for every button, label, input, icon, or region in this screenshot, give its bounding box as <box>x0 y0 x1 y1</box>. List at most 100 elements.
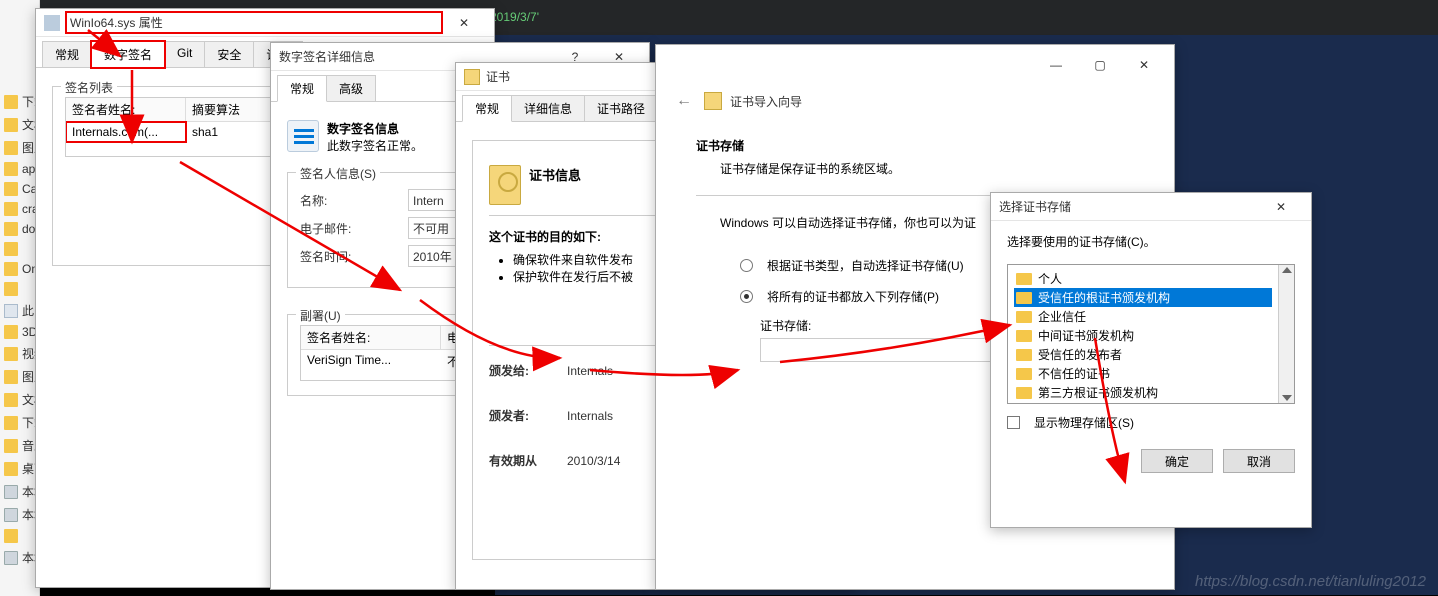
folder-icon <box>1016 311 1032 323</box>
file-icon <box>44 15 60 31</box>
folder-icon <box>4 439 18 453</box>
folder-icon <box>4 118 18 132</box>
tree-item-label: 企业信任 <box>1038 308 1086 325</box>
explorer-item[interactable]: 本地 <box>0 480 39 503</box>
explorer-item[interactable]: 视频 <box>0 342 39 365</box>
folder-icon <box>4 304 18 318</box>
tree-item-label: 受信任的根证书颁发机构 <box>1038 289 1170 306</box>
close-icon[interactable]: ✕ <box>1259 193 1303 221</box>
tab-1[interactable]: 高级 <box>326 75 376 101</box>
folder-icon <box>1016 330 1032 342</box>
maximize-icon[interactable]: ▢ <box>1078 51 1122 79</box>
titlebar[interactable]: WinIo64.sys 属性 ✕ <box>36 9 494 37</box>
folder-icon <box>4 141 18 155</box>
window-title: 选择证书存储 <box>999 198 1259 215</box>
explorer-item[interactable] <box>0 279 39 299</box>
back-icon[interactable]: ← <box>672 89 696 113</box>
tab-1[interactable]: 数字签名 <box>91 41 165 68</box>
folder-icon <box>1016 292 1032 304</box>
explorer-item[interactable]: 文档 <box>0 388 39 411</box>
explorer-item[interactable]: 下载 <box>0 411 39 434</box>
scrollbar[interactable] <box>1278 265 1294 403</box>
window-title: WinIo64.sys 属性 <box>66 12 442 33</box>
tab-0[interactable]: 常规 <box>42 41 92 67</box>
store-field <box>760 338 1020 362</box>
signature-status: 此数字签名正常。 <box>327 137 423 154</box>
folder-icon <box>4 416 18 430</box>
explorer-item[interactable]: 下载 <box>0 90 39 113</box>
tab-0[interactable]: 常规 <box>462 95 512 122</box>
tree-item[interactable]: 个人 <box>1014 269 1272 288</box>
tree-item[interactable]: 不信任的证书 <box>1014 364 1272 383</box>
folder-icon <box>4 485 18 499</box>
tab-2[interactable]: Git <box>164 41 205 67</box>
explorer-item[interactable]: OneD <box>0 259 39 279</box>
wizard-heading: 证书存储 <box>696 137 1134 154</box>
explorer-item[interactable] <box>0 526 39 546</box>
radio-icon <box>740 290 753 303</box>
tree-item-label: 第三方根证书颁发机构 <box>1038 384 1158 401</box>
tree-item[interactable]: 受信任的根证书颁发机构 <box>1014 288 1272 307</box>
folder-icon <box>4 202 18 216</box>
explorer-item[interactable]: 图片 <box>0 365 39 388</box>
tab-2[interactable]: 证书路径 <box>584 95 658 121</box>
tree-item[interactable]: 企业信任 <box>1014 307 1272 326</box>
ok-button[interactable]: 确定 <box>1141 449 1213 473</box>
signature-heading: 数字签名信息 <box>327 120 423 137</box>
explorer-item[interactable]: cra <box>0 199 39 219</box>
explorer-item[interactable]: 3D <box>0 322 39 342</box>
explorer-item[interactable]: 本地 <box>0 546 39 569</box>
valid-period-label: 有效期从 <box>489 452 559 469</box>
cert-store-tree[interactable]: 个人受信任的根证书颁发机构企业信任中间证书颁发机构受信任的发布者不信任的证书第三… <box>1007 264 1295 404</box>
tree-item[interactable]: 第三方根证书颁发机构 <box>1014 383 1272 402</box>
group-label: 签名列表 <box>61 79 117 96</box>
tab-3[interactable]: 安全 <box>204 41 254 67</box>
tab-1[interactable]: 详细信息 <box>511 95 585 121</box>
checkbox-label: 显示物理存储区(S) <box>1034 414 1134 431</box>
cert-heading: 证书信息 <box>529 165 581 184</box>
issued-to-label: 颁发给: <box>489 362 559 379</box>
explorer-item[interactable]: doc <box>0 219 39 239</box>
cancel-button[interactable]: 取消 <box>1223 449 1295 473</box>
explorer-item[interactable]: 本地 <box>0 503 39 526</box>
group-label: 签名人信息(S) <box>296 165 380 182</box>
tree-item-label: 个人 <box>1038 270 1062 287</box>
minimize-icon[interactable]: — <box>1034 51 1078 79</box>
explorer-item[interactable]: 音乐 <box>0 434 39 457</box>
explorer-item[interactable]: 桌面 <box>0 457 39 480</box>
close-icon[interactable]: ✕ <box>1122 51 1166 79</box>
explorer-item[interactable]: 此电 <box>0 299 39 322</box>
folder-icon <box>4 182 18 196</box>
show-physical-checkbox[interactable]: 显示物理存储区(S) <box>1007 414 1295 431</box>
folder-icon <box>4 347 18 361</box>
explorer-item[interactable]: 文档 <box>0 113 39 136</box>
close-icon[interactable]: ✕ <box>442 9 486 37</box>
folder-icon <box>4 282 18 296</box>
folder-icon <box>4 95 18 109</box>
titlebar[interactable]: 选择证书存储 ✕ <box>991 193 1311 221</box>
tab-0[interactable]: 常规 <box>277 75 327 102</box>
cs-name: VeriSign Time... <box>301 350 441 373</box>
cert-icon <box>464 69 480 85</box>
folder-icon <box>1016 368 1032 380</box>
group-label: 副署(U) <box>296 307 345 324</box>
titlebar[interactable]: — ▢ ✕ <box>656 45 1174 85</box>
explorer-item[interactable]: api <box>0 159 39 179</box>
watermark: https://blog.csdn.net/tianluling2012 <box>1195 573 1426 590</box>
tree-item[interactable]: 受信任的发布者 <box>1014 345 1272 364</box>
folder-icon <box>4 462 18 476</box>
wizard-desc: 证书存储是保存证书的系统区域。 <box>720 160 1134 177</box>
explorer-item[interactable] <box>0 239 39 259</box>
explorer-item[interactable]: 图片 <box>0 136 39 159</box>
signature-icon <box>287 120 319 152</box>
tree-item[interactable]: 中间证书颁发机构 <box>1014 326 1272 345</box>
explorer-item[interactable]: Ca <box>0 179 39 199</box>
col-signer-name[interactable]: 签名者姓名: <box>301 326 441 349</box>
signer-name-cell: Internals.com(... <box>66 122 186 142</box>
folder-icon <box>1016 273 1032 285</box>
folder-icon <box>4 162 18 176</box>
folder-icon <box>4 222 18 236</box>
signtime-label: 签名时间: <box>300 248 400 265</box>
col-signer-name[interactable]: 签名者姓名: <box>66 98 186 121</box>
tree-item-label: 不信任的证书 <box>1038 365 1110 382</box>
